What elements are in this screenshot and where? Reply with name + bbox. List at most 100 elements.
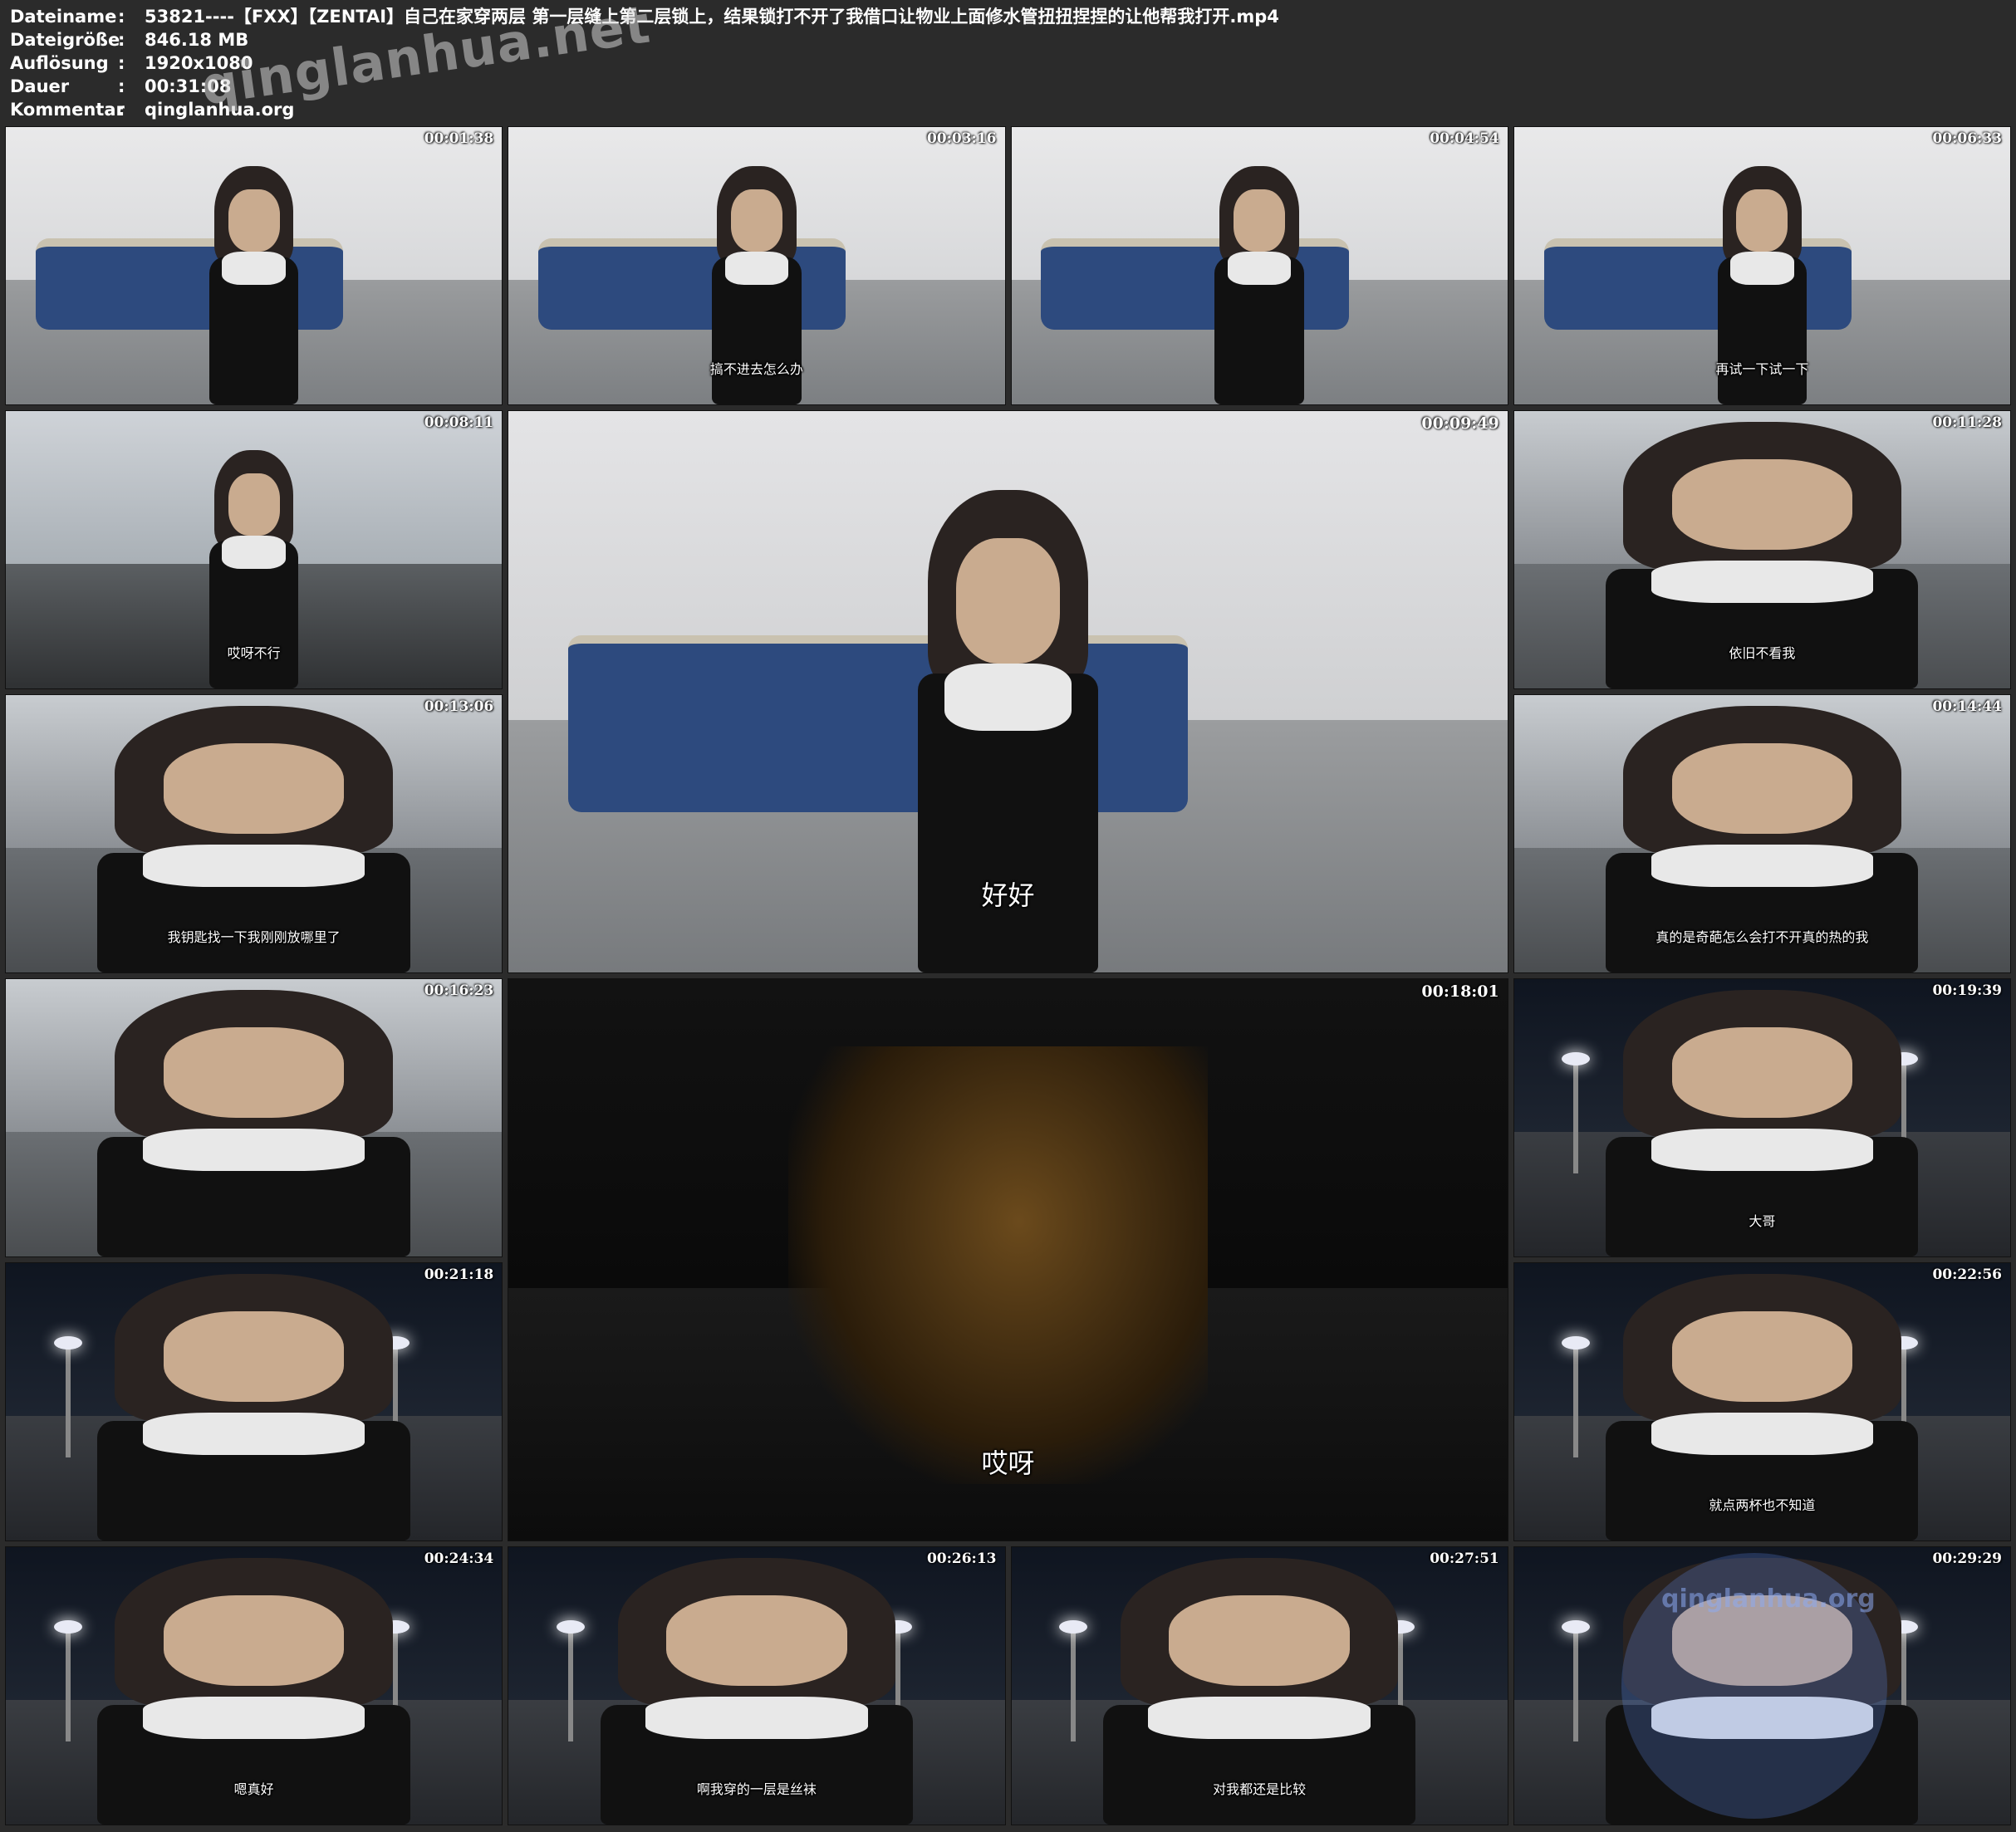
info-separator: : xyxy=(118,7,125,27)
subtitle: 好好 xyxy=(981,879,1035,911)
thumbnail[interactable]: 00:13:06 我钥匙找一下我刚刚放哪里了 xyxy=(5,694,503,973)
timestamp: 00:21:18 xyxy=(424,1266,494,1283)
info-value: qinglanhua.org xyxy=(145,100,295,120)
thumbnail[interactable]: 00:24:34 嗯真好 xyxy=(5,1546,503,1825)
person-collar xyxy=(142,1413,365,1456)
street-lamp xyxy=(53,1336,82,1457)
timestamp: 00:19:39 xyxy=(1932,982,2002,999)
person-collar xyxy=(1227,252,1292,286)
person-collar xyxy=(1651,845,1874,888)
person-face xyxy=(1671,743,1853,835)
person-face xyxy=(730,189,782,252)
timestamp: 00:06:33 xyxy=(1932,130,2002,147)
person-collar xyxy=(1651,1129,1874,1172)
person-collar xyxy=(142,1697,365,1740)
thumbnail[interactable]: 00:04:54 xyxy=(1010,126,1508,405)
person-face xyxy=(1169,1595,1350,1687)
thumbnail-large[interactable]: 00:09:49 好好 xyxy=(508,410,1508,973)
timestamp: 00:16:23 xyxy=(424,982,494,999)
subtitle: 啊我穿的一层是丝袜 xyxy=(696,1781,817,1797)
person-face xyxy=(1736,189,1788,252)
person-figure xyxy=(81,1274,428,1541)
person-collar xyxy=(1148,1697,1371,1740)
person-figure xyxy=(1588,1558,1935,1825)
thumbnail[interactable]: 00:19:39 大哥 xyxy=(1513,978,2011,1257)
person-face xyxy=(1671,459,1853,551)
thumbnail-image xyxy=(6,979,503,1256)
timestamp: 00:08:11 xyxy=(424,414,494,431)
info-key: Dauer xyxy=(10,76,70,96)
subtitle: 哎呀 xyxy=(981,1447,1035,1479)
person-face xyxy=(1671,1595,1853,1687)
thumbnail[interactable]: 00:11:28 依旧不看我 xyxy=(1513,410,2011,689)
person-collar xyxy=(645,1697,868,1740)
person-face xyxy=(163,1595,345,1687)
info-separator: : xyxy=(118,76,125,96)
thumbnail[interactable]: 00:22:56 就点两杯也不知道 xyxy=(1513,1262,2011,1541)
person-figure xyxy=(204,165,303,404)
person-collar xyxy=(222,252,286,286)
thumbnail-grid: 00:01:38 00:03:16 搞不进去怎么办 00:04:54 00:06:… xyxy=(5,126,2011,1825)
person-face xyxy=(1671,1311,1853,1403)
street-lamp xyxy=(556,1620,585,1741)
subtitle: 搞不进去怎么办 xyxy=(709,361,803,377)
person-face xyxy=(228,473,280,536)
street-lamp xyxy=(1562,1336,1591,1457)
person-collar xyxy=(1651,1697,1874,1740)
timestamp: 00:29:29 xyxy=(1932,1550,2002,1567)
person-figure xyxy=(1209,165,1308,404)
thumbnail-large[interactable]: 00:18:01 哎呀 xyxy=(508,978,1508,1541)
person-face xyxy=(163,1311,345,1403)
timestamp: 00:26:13 xyxy=(926,1550,997,1567)
street-lamp xyxy=(53,1620,82,1741)
person-face xyxy=(1234,189,1286,252)
timestamp: 00:18:01 xyxy=(1421,982,1499,1001)
thumbnail[interactable]: 00:03:16 搞不进去怎么办 xyxy=(508,126,1006,405)
thumbnail[interactable]: 00:26:13 啊我穿的一层是丝袜 xyxy=(508,1546,1006,1825)
timestamp: 00:14:44 xyxy=(1932,698,2002,715)
person-face xyxy=(1671,1027,1853,1119)
timestamp: 00:22:56 xyxy=(1932,1266,2002,1283)
person-collar xyxy=(142,845,365,888)
info-separator: : xyxy=(118,53,125,73)
street-lamp xyxy=(1562,1620,1591,1741)
thumbnail-image xyxy=(1011,127,1508,404)
street-lamp xyxy=(1059,1620,1088,1741)
subtitle: 再试一下试一下 xyxy=(1715,361,1809,377)
person-collar xyxy=(1651,1413,1874,1456)
person-face xyxy=(666,1595,847,1687)
info-separator: : xyxy=(118,30,125,50)
thumbnail[interactable]: 00:06:33 再试一下试一下 xyxy=(1513,126,2011,405)
thumbnail[interactable]: 00:08:11 哎呀不行 xyxy=(5,410,503,689)
thumbnail[interactable]: 00:21:18 xyxy=(5,1262,503,1541)
person-collar xyxy=(724,252,789,286)
subtitle: 真的是奇葩怎么会打不开真的热的我 xyxy=(1655,929,1869,945)
timestamp: 00:03:16 xyxy=(926,130,997,147)
person-face xyxy=(228,189,280,252)
thumbnail[interactable]: 00:01:38 xyxy=(5,126,503,405)
person-collar xyxy=(142,1129,365,1172)
subtitle: 就点两杯也不知道 xyxy=(1709,1497,1816,1513)
thumbnail[interactable]: 00:29:29 xyxy=(1513,1546,2011,1825)
subtitle: 依旧不看我 xyxy=(1729,645,1796,661)
timestamp: 00:01:38 xyxy=(424,130,494,147)
person-face xyxy=(163,1027,345,1119)
info-key: Dateigröße xyxy=(10,30,120,50)
subtitle: 嗯真好 xyxy=(233,1781,274,1797)
thumbnail[interactable]: 00:14:44 真的是奇葩怎么会打不开真的热的我 xyxy=(1513,694,2011,973)
timestamp: 00:04:54 xyxy=(1430,130,1499,147)
info-key: Auflösung xyxy=(10,53,109,73)
timestamp: 00:27:51 xyxy=(1430,1550,1499,1567)
thumbnail-image xyxy=(6,1263,503,1541)
subtitle: 哎呀不行 xyxy=(227,645,281,661)
thumbnail-image xyxy=(1513,1547,2010,1825)
person-collar xyxy=(1651,561,1874,604)
person-face xyxy=(163,743,345,835)
thumbnail[interactable]: 00:16:23 xyxy=(5,978,503,1257)
timestamp: 00:24:34 xyxy=(424,1550,494,1567)
info-row-filename: Dateiname : 53821----【FXX】【ZENTAI】自己在家穿两… xyxy=(10,5,2004,28)
timestamp: 00:13:06 xyxy=(424,698,494,715)
timestamp: 00:11:28 xyxy=(1932,414,2002,431)
thumbnail[interactable]: 00:27:51 对我都还是比较 xyxy=(1010,1546,1508,1825)
person-face xyxy=(955,537,1061,664)
